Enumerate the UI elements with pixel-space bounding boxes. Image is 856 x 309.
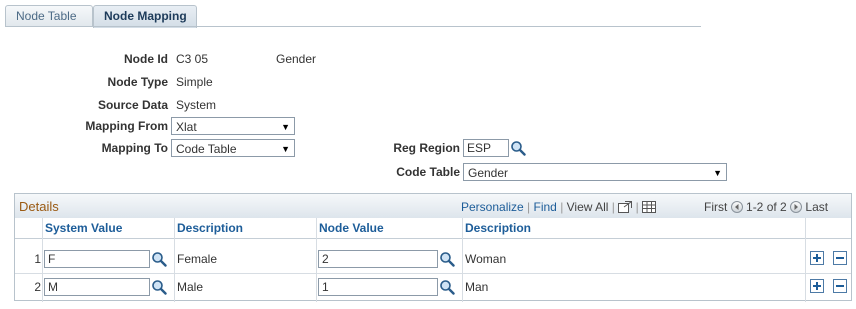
delete-row-button[interactable] (833, 251, 847, 265)
grid-toolbar: Personalize | Find | View All | | (461, 200, 657, 214)
source-data-label: Source Data (97, 98, 168, 112)
mapping-from-select[interactable]: Xlat ▼ (171, 117, 295, 135)
search-icon[interactable] (151, 251, 167, 267)
node-id-label: Node Id (124, 52, 168, 66)
row-range: 1-2 of 2 (746, 200, 787, 214)
grid-title-bar: Details Personalize | Find | View All | … (15, 194, 851, 219)
reg-region-input[interactable]: ESP (463, 139, 509, 157)
mapping-from-selected-value: Xlat (176, 120, 197, 134)
search-icon[interactable] (439, 279, 455, 295)
row-number: 1 (34, 252, 41, 266)
description-cell: Female (177, 252, 218, 266)
node-type-value: Simple (176, 75, 213, 89)
node-description-cell: Woman (465, 252, 507, 266)
system-value-input[interactable]: M (44, 278, 150, 296)
system-value-input[interactable]: F (44, 250, 150, 268)
personalize-link[interactable]: Personalize (461, 200, 524, 214)
search-icon[interactable] (151, 279, 167, 295)
search-icon[interactable] (510, 140, 526, 156)
node-value-input[interactable]: 1 (318, 278, 438, 296)
code-table-label: Code Table (396, 165, 460, 179)
node-description-cell: Man (465, 280, 489, 294)
col-system-value[interactable]: System Value (45, 218, 122, 238)
col-description[interactable]: Description (177, 218, 243, 238)
view-all-link[interactable]: View All (567, 200, 609, 214)
next-arrow-icon[interactable] (790, 201, 803, 213)
mapping-to-select[interactable]: Code Table ▼ (171, 139, 295, 157)
grid-header-row (15, 218, 851, 239)
details-grid: Details Personalize | Find | View All | … (14, 193, 852, 302)
row-number: 2 (34, 280, 41, 294)
previous-arrow-icon[interactable] (730, 201, 743, 213)
delete-row-button[interactable] (833, 279, 847, 293)
code-table-select[interactable]: Gender ▼ (463, 163, 727, 181)
col-node-description[interactable]: Description (465, 218, 531, 238)
mapping-to-selected-value: Code Table (176, 142, 237, 156)
zoom-icon[interactable] (618, 201, 633, 213)
mapping-to-label: Mapping To (101, 141, 168, 155)
node-value-input[interactable]: 2 (318, 250, 438, 268)
chevron-down-icon: ▼ (281, 144, 290, 154)
search-icon[interactable] (439, 251, 455, 267)
chevron-down-icon: ▼ (281, 122, 290, 132)
add-row-button[interactable] (810, 251, 824, 265)
add-row-button[interactable] (810, 279, 824, 293)
tab-node-table[interactable]: Node Table (5, 5, 93, 27)
chevron-down-icon: ▼ (713, 168, 722, 178)
grid-pager: First 1-2 of 2 Last (704, 200, 828, 214)
mapping-from-label: Mapping From (85, 119, 168, 133)
table-row: 1 F Female 2 Woman (15, 245, 851, 274)
grid-title: Details (19, 199, 59, 214)
node-name-value: Gender (276, 52, 317, 66)
source-data-value: System (176, 98, 217, 112)
node-type-label: Node Type (107, 75, 168, 89)
code-table-selected-value: Gender (468, 166, 509, 180)
last-link[interactable]: Last (805, 200, 828, 214)
node-id-value: C3 05 (176, 52, 209, 66)
download-grid-icon[interactable] (642, 201, 657, 213)
description-cell: Male (177, 280, 204, 294)
find-link[interactable]: Find (534, 200, 557, 214)
reg-region-label: Reg Region (393, 141, 460, 155)
table-row: 2 M Male 1 Man (15, 273, 851, 301)
tab-node-mapping[interactable]: Node Mapping (93, 5, 197, 28)
first-link[interactable]: First (704, 200, 727, 214)
tab-divider (5, 26, 701, 27)
col-node-value[interactable]: Node Value (319, 218, 384, 238)
